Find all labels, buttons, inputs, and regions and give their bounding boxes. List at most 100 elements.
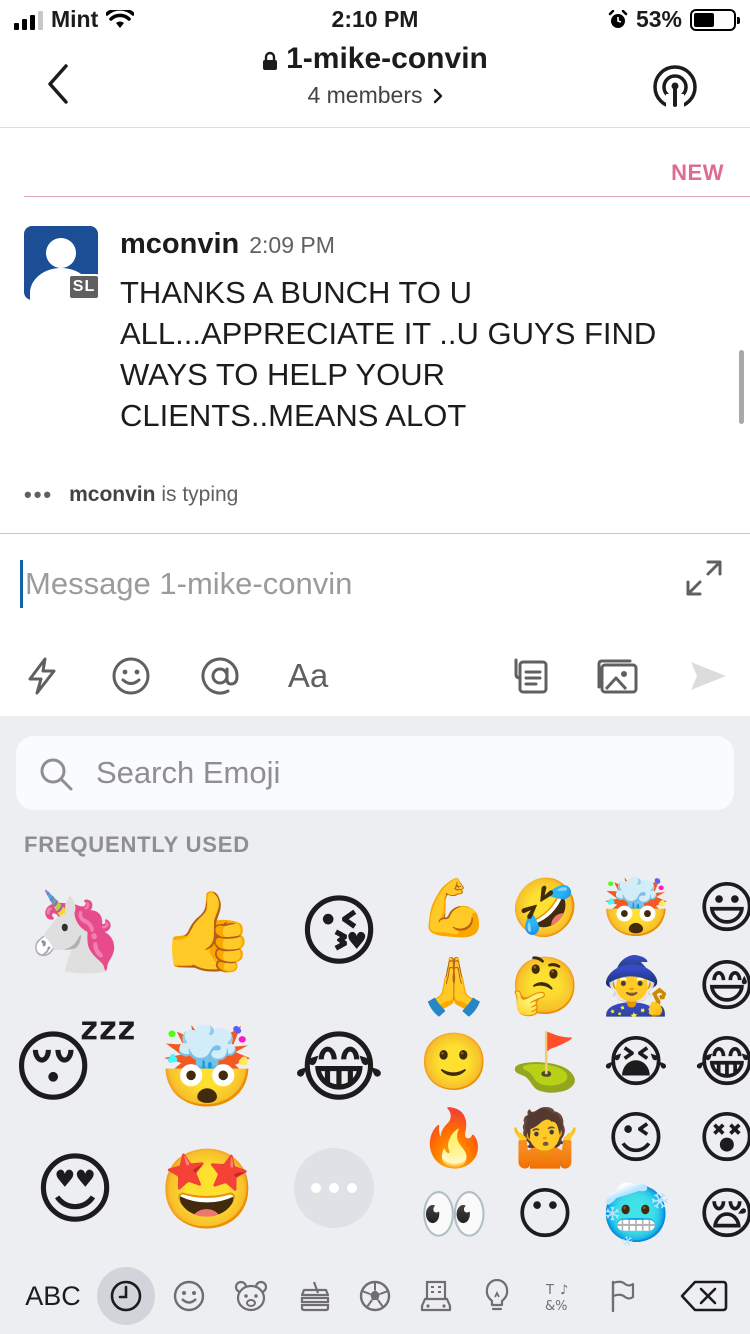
photos-icon (597, 659, 638, 694)
new-messages-divider: NEW (24, 150, 750, 197)
status-right: 53% (608, 6, 740, 33)
emoji-rolling-laughing[interactable]: 🤣 (505, 868, 585, 948)
status-bar: Mint 2:10 PM 53% (0, 0, 750, 40)
tab-smileys[interactable] (163, 1270, 215, 1322)
expand-icon[interactable] (684, 558, 724, 598)
building-car-icon (420, 1280, 452, 1312)
message-author[interactable]: mconvin (120, 228, 239, 261)
send-icon (691, 662, 726, 690)
members-count: 4 members (307, 82, 423, 108)
emoji-tears-of-joy[interactable]: 😂 (687, 1022, 750, 1102)
emoji-mage[interactable]: 🧙 (596, 946, 676, 1026)
emoji-search-input[interactable] (96, 750, 696, 796)
emoji-exploding-head[interactable]: 🤯 (596, 868, 676, 948)
memoji-unicorn[interactable]: 🦄 (20, 876, 130, 986)
typing-text: mconvin is typing (69, 483, 238, 507)
abc-keyboard-button[interactable]: ABC (18, 1270, 88, 1322)
emoji-flexed-biceps[interactable]: 💪 (414, 868, 494, 948)
emoji-grinning[interactable]: 😃 (687, 868, 750, 948)
svg-text:T: T (545, 1283, 554, 1298)
emoji-fire[interactable]: 🔥 (414, 1098, 494, 1178)
memoji-mind-blown[interactable]: 🤯 (152, 1012, 262, 1122)
more-memoji-button[interactable] (294, 1148, 374, 1228)
emoji-folded-hands[interactable]: 🙏 (414, 946, 494, 1026)
photo-button[interactable] (594, 650, 642, 702)
org-badge: SL (68, 274, 100, 300)
delete-button[interactable] (676, 1270, 732, 1322)
scrollbar[interactable] (739, 350, 744, 424)
bear-icon (234, 1280, 268, 1312)
typing-user: mconvin (69, 483, 156, 506)
attach-file-button[interactable] (506, 650, 554, 702)
emoji-slight-smile[interactable]: 🙂 (414, 1022, 494, 1102)
members-link[interactable]: 4 members (307, 82, 442, 109)
battery-percent: 53% (635, 6, 682, 32)
chevron-right-icon (433, 88, 442, 103)
composer-divider (0, 533, 750, 534)
emoji-cold-face[interactable]: 🥶 (596, 1174, 676, 1254)
typing-suffix: is typing (161, 483, 239, 506)
clipboard-icon (514, 658, 548, 694)
memoji-thumbs-up[interactable]: 👍 (152, 876, 262, 986)
emoji-dizzy-face[interactable]: 😵 (687, 1098, 750, 1178)
tab-symbols[interactable]: T ♪ &% (534, 1270, 586, 1322)
emoji-sweat-smile[interactable]: 😅 (687, 946, 750, 1026)
emoji-category-bar: ABC T ♪ &% (0, 1262, 750, 1330)
memoji-star-struck[interactable]: 🤩 (152, 1134, 262, 1244)
frequently-used-label: FREQUENTLY USED (24, 832, 250, 857)
emoji-wink[interactable]: 😉 (596, 1098, 676, 1178)
tab-animals[interactable] (225, 1270, 277, 1322)
at-icon (201, 657, 239, 695)
mention-button[interactable] (196, 650, 244, 702)
symbols-icon: T ♪ &% (545, 1283, 568, 1313)
memoji-tears-of-joy[interactable]: 😂 (284, 1012, 394, 1122)
tab-objects[interactable] (471, 1270, 523, 1322)
memoji-sleeping[interactable]: 😴 (12, 1012, 137, 1122)
message-input[interactable] (20, 560, 660, 608)
message-timestamp: 2:09 PM (249, 232, 335, 258)
clock-icon (110, 1280, 142, 1312)
emoji-shrug[interactable]: 🤷 (505, 1098, 585, 1178)
flag-icon (611, 1280, 635, 1313)
emoji-search-bar[interactable] (16, 736, 734, 810)
svg-text:&%: &% (545, 1299, 568, 1313)
svg-text:♪: ♪ (560, 1283, 568, 1298)
tab-food[interactable] (289, 1270, 341, 1322)
channel-title-block[interactable]: 1-mike-convin 4 members (0, 42, 750, 109)
lightning-icon (28, 657, 56, 695)
lightbulb-icon (485, 1279, 509, 1311)
format-button[interactable]: Aa (284, 650, 332, 702)
soccer-ball-icon (359, 1280, 391, 1312)
send-button[interactable] (684, 650, 732, 702)
burger-icon (300, 1281, 330, 1312)
tab-activity[interactable] (349, 1270, 401, 1322)
emoji-loudly-crying[interactable]: 😭 (596, 1022, 676, 1102)
channel-header: 1-mike-convin 4 members (0, 40, 750, 128)
smiley-icon (112, 657, 150, 695)
typing-dots-icon: ••• (24, 482, 54, 507)
lock-icon (263, 51, 278, 70)
channel-name: 1-mike-convin (286, 42, 488, 75)
composer-toolbar: Aa (0, 650, 750, 706)
emoji-sleepy-face[interactable]: 😪 (687, 1174, 750, 1254)
alarm-icon (608, 9, 628, 28)
message-text: THANKS A BUNCH TO U ALL...APPRECIATE IT … (120, 275, 657, 433)
message-header: mconvin 2:09 PM (120, 228, 335, 261)
tab-travel[interactable] (410, 1270, 462, 1322)
emoji-golf-flag[interactable]: ⛳ (505, 1022, 585, 1102)
shortcuts-button[interactable] (18, 650, 66, 702)
new-label: NEW (671, 160, 724, 185)
emoji-thinking[interactable]: 🤔 (505, 946, 585, 1026)
memoji-heart-eyes[interactable]: 😍 (20, 1134, 130, 1244)
huddle-icon[interactable] (652, 64, 698, 110)
search-icon (40, 758, 73, 791)
emoji-no-mouth[interactable]: 😶 (505, 1174, 585, 1254)
memoji-kiss[interactable]: 😘 (284, 876, 394, 986)
emoji-eyes[interactable]: 👀 (414, 1174, 494, 1254)
typing-indicator: ••• mconvin is typing (24, 482, 238, 508)
avatar-head (46, 238, 76, 268)
tab-flags[interactable] (596, 1270, 648, 1322)
tab-recent[interactable] (97, 1267, 155, 1325)
battery-icon (690, 8, 740, 31)
emoji-button[interactable] (107, 650, 155, 702)
